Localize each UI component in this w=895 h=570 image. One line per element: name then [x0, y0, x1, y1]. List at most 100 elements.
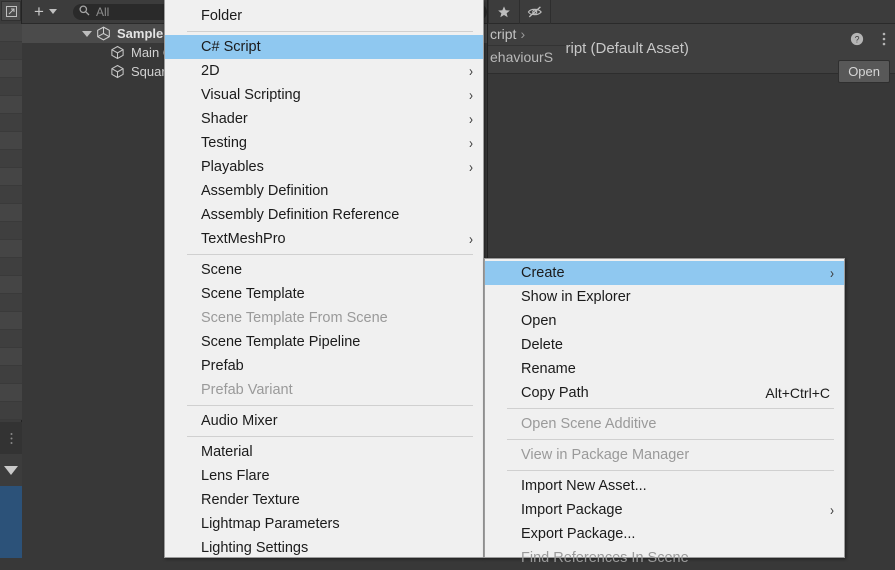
list-item[interactable] — [0, 204, 22, 222]
list-item[interactable] — [0, 60, 22, 78]
menu-item-label: Prefab — [201, 358, 244, 374]
menu-item-scene[interactable]: Scene — [165, 258, 483, 282]
menu-item-lightmap-parameters[interactable]: Lightmap Parameters — [165, 512, 483, 536]
list-item[interactable] — [0, 222, 22, 240]
menu-item-label: Scene Template — [201, 286, 305, 302]
gameobject-cube-icon — [110, 45, 125, 60]
menu-item-import-package[interactable]: Import Package › — [485, 498, 844, 522]
star-icon[interactable] — [489, 0, 519, 24]
menu-item-visual-scripting[interactable]: Visual Scripting › — [165, 83, 483, 107]
menu-item-testing[interactable]: Testing › — [165, 131, 483, 155]
menu-item-rename[interactable]: Rename — [485, 357, 844, 381]
list-item[interactable] — [0, 348, 22, 366]
chevron-right-icon: › — [520, 26, 526, 42]
scene-icon — [96, 26, 111, 41]
menu-item-assembly-definition-reference[interactable]: Assembly Definition Reference — [165, 203, 483, 227]
menu-item-label: 2D — [201, 63, 220, 79]
menu-item-label: Assembly Definition — [201, 183, 329, 199]
list-item[interactable] — [0, 132, 22, 150]
collapsed-row-list — [0, 24, 22, 420]
menu-separator — [187, 436, 473, 437]
list-item[interactable] — [0, 24, 22, 42]
menu-item-csharp-script[interactable]: C# Script — [165, 35, 483, 59]
menu-item-label: Copy Path — [521, 385, 589, 401]
magnifier-icon — [79, 4, 90, 19]
menu-item-label: Rename — [521, 361, 576, 377]
menu-item-open-scene-additive: Open Scene Additive — [485, 412, 844, 436]
menu-item-copy-path[interactable]: Copy Path Alt+Ctrl+C — [485, 381, 844, 405]
menu-item-prefab[interactable]: Prefab — [165, 354, 483, 378]
menu-item-playables[interactable]: Playables › — [165, 155, 483, 179]
list-item[interactable] — [0, 402, 22, 420]
chevron-down-icon — [4, 465, 18, 475]
menu-item-label: Find References In Scene — [521, 550, 689, 566]
menu-item-scene-template-pipeline[interactable]: Scene Template Pipeline — [165, 330, 483, 354]
add-gameobject-button[interactable]: + — [22, 2, 61, 22]
menu-item-label: Lens Flare — [201, 468, 270, 484]
search-glyph — [79, 4, 90, 15]
list-item[interactable] — [0, 258, 22, 276]
menu-item-render-texture[interactable]: Render Texture — [165, 488, 483, 512]
list-item[interactable] — [0, 366, 22, 384]
menu-item-shader[interactable]: Shader › — [165, 107, 483, 131]
list-item[interactable] — [0, 276, 22, 294]
list-item[interactable] — [0, 186, 22, 204]
panel-tab-icon[interactable] — [1, 1, 21, 21]
menu-item-assembly-definition[interactable]: Assembly Definition — [165, 179, 483, 203]
list-item[interactable] — [0, 78, 22, 96]
kebab-menu-icon[interactable] — [882, 32, 886, 48]
menu-item-open[interactable]: Open — [485, 309, 844, 333]
list-item[interactable] — [0, 312, 22, 330]
list-item[interactable] — [0, 384, 22, 402]
hidden-eye-glyph — [527, 5, 542, 17]
menu-item-import-new-asset[interactable]: Import New Asset... — [485, 474, 844, 498]
menu-item-lens-flare[interactable]: Lens Flare — [165, 464, 483, 488]
foldout-expanded-icon[interactable] — [82, 30, 92, 37]
list-item[interactable] — [0, 240, 22, 258]
menu-item-label: Lightmap Parameters — [201, 516, 340, 532]
menu-item-scene-template[interactable]: Scene Template — [165, 282, 483, 306]
menu-item-textmeshpro[interactable]: TextMeshPro › — [165, 227, 483, 251]
collapsed-dropdown-button[interactable] — [0, 454, 22, 486]
menu-item-label: Assembly Definition Reference — [201, 207, 400, 223]
unity-scene-glyph — [97, 26, 110, 41]
menu-item-material[interactable]: Material — [165, 440, 483, 464]
breadcrumb-item-behaviour[interactable]: ehaviourS — [488, 45, 566, 65]
chevron-right-icon: › — [469, 134, 473, 152]
menu-item-label: C# Script — [201, 39, 261, 55]
menu-item-label: Prefab Variant — [201, 382, 293, 398]
menu-separator — [507, 470, 834, 471]
selected-strip-item[interactable] — [0, 486, 22, 558]
menu-item-label: Shader — [201, 111, 248, 127]
menu-item-audio-mixer[interactable]: Audio Mixer — [165, 409, 483, 433]
menu-item-2d[interactable]: 2D › — [165, 59, 483, 83]
vertical-dots-icon — [10, 432, 12, 444]
breadcrumb: cript › ehaviourS — [488, 24, 566, 74]
menu-item-label: Export Package... — [521, 526, 636, 542]
eye-slash-icon[interactable] — [520, 0, 550, 24]
menu-item-label: Import Package — [521, 502, 623, 518]
list-item[interactable] — [0, 96, 22, 114]
menu-item-export-package[interactable]: Export Package... — [485, 522, 844, 546]
list-item[interactable] — [0, 330, 22, 348]
menu-separator — [187, 254, 473, 255]
menu-item-label: Audio Mixer — [201, 413, 278, 429]
asset-title: Script (Default Asset) — [548, 40, 689, 57]
menu-item-create[interactable]: Create › — [485, 261, 844, 285]
menu-item-folder[interactable]: Folder — [165, 4, 483, 28]
menu-item-lighting-settings[interactable]: Lighting Settings — [165, 536, 483, 560]
list-item[interactable] — [0, 42, 22, 60]
menu-separator — [187, 405, 473, 406]
list-item[interactable] — [0, 150, 22, 168]
list-item[interactable] — [0, 294, 22, 312]
help-icon[interactable]: ? — [850, 32, 864, 51]
list-item[interactable] — [0, 114, 22, 132]
open-button[interactable]: Open — [838, 60, 890, 83]
overflow-dots-icon[interactable] — [0, 422, 22, 454]
menu-item-show-in-explorer[interactable]: Show in Explorer — [485, 285, 844, 309]
menu-item-prefab-variant: Prefab Variant — [165, 378, 483, 402]
breadcrumb-item-script[interactable]: cript › — [488, 24, 566, 42]
menu-item-label: Playables — [201, 159, 264, 175]
menu-item-delete[interactable]: Delete — [485, 333, 844, 357]
list-item[interactable] — [0, 168, 22, 186]
